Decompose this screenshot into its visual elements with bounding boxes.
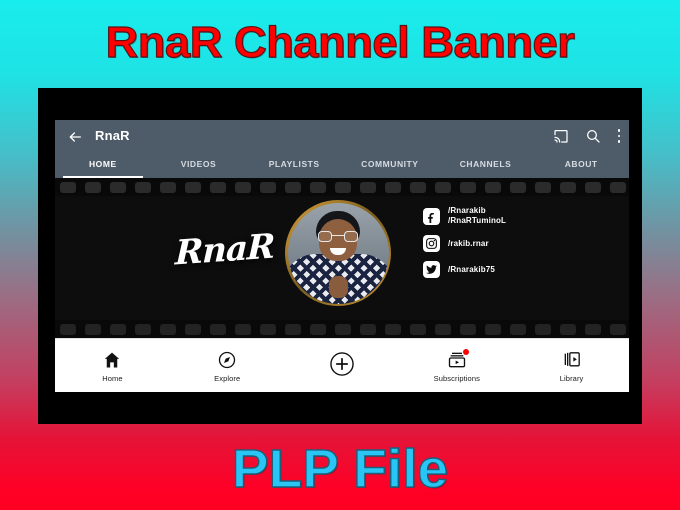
nav-item-create[interactable] [285,351,400,381]
tab-community[interactable]: COMMUNITY [342,153,438,178]
cast-icon[interactable] [553,128,569,144]
back-arrow-icon[interactable] [67,129,83,145]
subscriptions-icon [447,348,469,370]
header-channel-title: RnaR [95,128,130,143]
social-handle-line1: /rakib.rnar [448,238,489,248]
social-link-facebook[interactable]: /Rnarakib /RnaRTuminoL [423,206,506,226]
avatar-glasses [318,230,358,242]
social-handle-line2: /RnaRTuminoL [448,216,507,225]
device-frame: RnaR HOME VIDEOS PLAYLISTS COMMUNITY CHA… [38,88,642,424]
social-handle-line1: /Rnarakib75 [448,264,496,274]
banner-script-logo: RnaR [174,226,275,274]
compass-icon [217,350,237,370]
channel-banner: RnaR /Rnarakib /RnaRTuminoL /rakib.rnar … [55,178,629,338]
nav-item-subscriptions[interactable]: Subscriptions [399,348,514,383]
filmstrip-sprockets-bottom [55,320,629,338]
banner-artwork: RnaR /Rnarakib /RnaRTuminoL /rakib.rnar … [55,196,629,320]
channel-avatar-portrait [285,200,391,306]
poster-bottom-title: PLP File [231,438,449,499]
app-header: RnaR [55,120,629,153]
header-actions [553,128,621,144]
avatar-image [287,202,389,304]
bottom-navigation-bar: Home Explore Subscriptions Library [55,338,629,392]
avatar-fist [329,275,348,298]
nav-label-subscriptions: Subscriptions [433,373,480,383]
instagram-icon [423,235,440,252]
poster-canvas: RnaR Channel Banner RnaR HOME VIDEOS PLA… [0,0,680,510]
kebab-menu-icon[interactable] [617,128,621,144]
tab-about[interactable]: ABOUT [533,153,629,178]
library-icon [562,350,582,370]
nav-label-home: Home [102,373,123,383]
tab-home[interactable]: HOME [55,153,151,178]
social-link-instagram[interactable]: /rakib.rnar [423,235,506,252]
tab-playlists[interactable]: PLAYLISTS [246,153,342,178]
nav-item-library[interactable]: Library [514,350,629,383]
search-icon[interactable] [585,128,601,144]
nav-label-explore: Explore [214,373,241,383]
poster-top-title: RnaR Channel Banner [105,17,575,67]
social-link-twitter[interactable]: /Rnarakib75 [423,261,506,278]
create-plus-icon [329,351,355,377]
tab-channels[interactable]: CHANNELS [438,153,534,178]
social-handle-line1: /Rnarakib [448,206,486,215]
nav-label-library: Library [559,373,584,383]
banner-social-links: /Rnarakib /RnaRTuminoL /rakib.rnar /Rnar… [423,206,506,278]
twitter-icon [423,261,440,278]
tab-videos[interactable]: VIDEOS [151,153,247,178]
filmstrip-sprockets-top [55,178,629,196]
nav-item-explore[interactable]: Explore [170,350,285,383]
subscriptions-badge-dot [462,348,469,355]
channel-tabs: HOME VIDEOS PLAYLISTS COMMUNITY CHANNELS… [55,153,629,178]
home-icon [102,350,122,370]
facebook-icon [423,207,440,225]
phone-screen: RnaR HOME VIDEOS PLAYLISTS COMMUNITY CHA… [55,120,629,392]
nav-item-home[interactable]: Home [55,350,170,383]
